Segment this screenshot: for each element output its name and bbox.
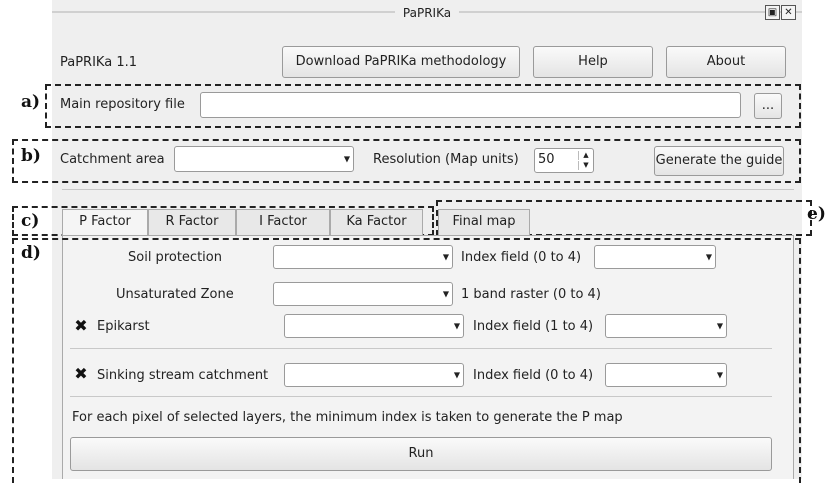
annotation-label-c: c) [21, 211, 40, 231]
unsaturated-zone-select[interactable]: ▼ [273, 282, 453, 306]
chevron-down-icon: ▼ [453, 321, 460, 331]
sinking-stream-checkbox[interactable]: ✖ [74, 366, 88, 382]
restore-icon[interactable]: ▣ [765, 5, 780, 20]
repository-label: Main repository file [60, 97, 185, 112]
window-title: PaPRIKa [394, 6, 460, 20]
resolution-value: 50 [538, 152, 555, 167]
download-methodology-button[interactable]: Download PaPRIKa methodology [282, 46, 520, 78]
browse-button[interactable]: ... [754, 93, 782, 119]
resolution-spinbox[interactable]: 50 ▲ ▼ [534, 148, 594, 173]
epikarst-index-label: Index field (1 to 4) [473, 319, 594, 334]
spin-up-icon[interactable]: ▲ [578, 151, 593, 160]
epikarst-select[interactable]: ▼ [284, 314, 464, 338]
unsaturated-zone-label: Unsaturated Zone [116, 287, 234, 302]
catchment-select[interactable]: ▼ [174, 146, 354, 172]
sinking-stream-index-label: Index field (0 to 4) [473, 368, 594, 383]
chevron-down-icon: ▼ [716, 370, 723, 380]
p-map-note: For each pixel of selected layers, the m… [72, 410, 623, 425]
chevron-down-icon: ▼ [453, 370, 460, 380]
soil-protection-index-label: Index field (0 to 4) [461, 250, 582, 265]
annotation-label-a: a) [21, 92, 41, 112]
chevron-down-icon: ▼ [716, 321, 723, 331]
catchment-label: Catchment area [60, 152, 165, 167]
unsaturated-zone-raster-label: 1 band raster (0 to 4) [461, 287, 601, 302]
close-icon[interactable]: ✕ [781, 5, 796, 20]
separator [70, 348, 772, 349]
epikarst-index-select[interactable]: ▼ [605, 314, 727, 338]
soil-protection-index-select[interactable]: ▼ [594, 245, 716, 269]
soil-protection-select[interactable]: ▼ [273, 245, 453, 269]
help-button[interactable]: Help [533, 46, 653, 78]
chevron-down-icon: ▼ [442, 289, 449, 299]
repository-file-input[interactable] [200, 92, 741, 118]
epikarst-label: Epikarst [97, 319, 150, 334]
tab-p-factor[interactable]: P Factor [62, 209, 148, 236]
separator [62, 189, 794, 190]
resolution-label: Resolution (Map units) [373, 152, 519, 167]
annotation-label-e: e) [807, 204, 826, 224]
tab-i-factor[interactable]: I Factor [236, 209, 330, 235]
spin-down-icon[interactable]: ▼ [578, 161, 593, 170]
tab-ka-factor[interactable]: Ka Factor [330, 209, 423, 235]
about-button[interactable]: About [666, 46, 786, 78]
chevron-down-icon: ▼ [442, 252, 449, 262]
title-bar: PaPRIKa [52, 0, 802, 26]
sinking-stream-index-select[interactable]: ▼ [605, 363, 727, 387]
run-button[interactable]: Run [70, 437, 772, 471]
epikarst-checkbox[interactable]: ✖ [74, 318, 88, 334]
sinking-stream-label: Sinking stream catchment [97, 368, 269, 383]
annotation-label-b: b) [21, 146, 41, 166]
tab-r-factor[interactable]: R Factor [148, 209, 236, 235]
chevron-down-icon: ▼ [705, 252, 712, 262]
tab-final-map[interactable]: Final map [438, 209, 530, 235]
separator [70, 396, 772, 397]
soil-protection-label: Soil protection [128, 250, 222, 265]
version-label: PaPRIKa 1.1 [60, 55, 137, 70]
annotation-label-d: d) [21, 243, 41, 263]
chevron-down-icon: ▼ [343, 154, 350, 164]
sinking-stream-select[interactable]: ▼ [284, 363, 464, 387]
generate-guide-button[interactable]: Generate the guide [654, 146, 784, 176]
